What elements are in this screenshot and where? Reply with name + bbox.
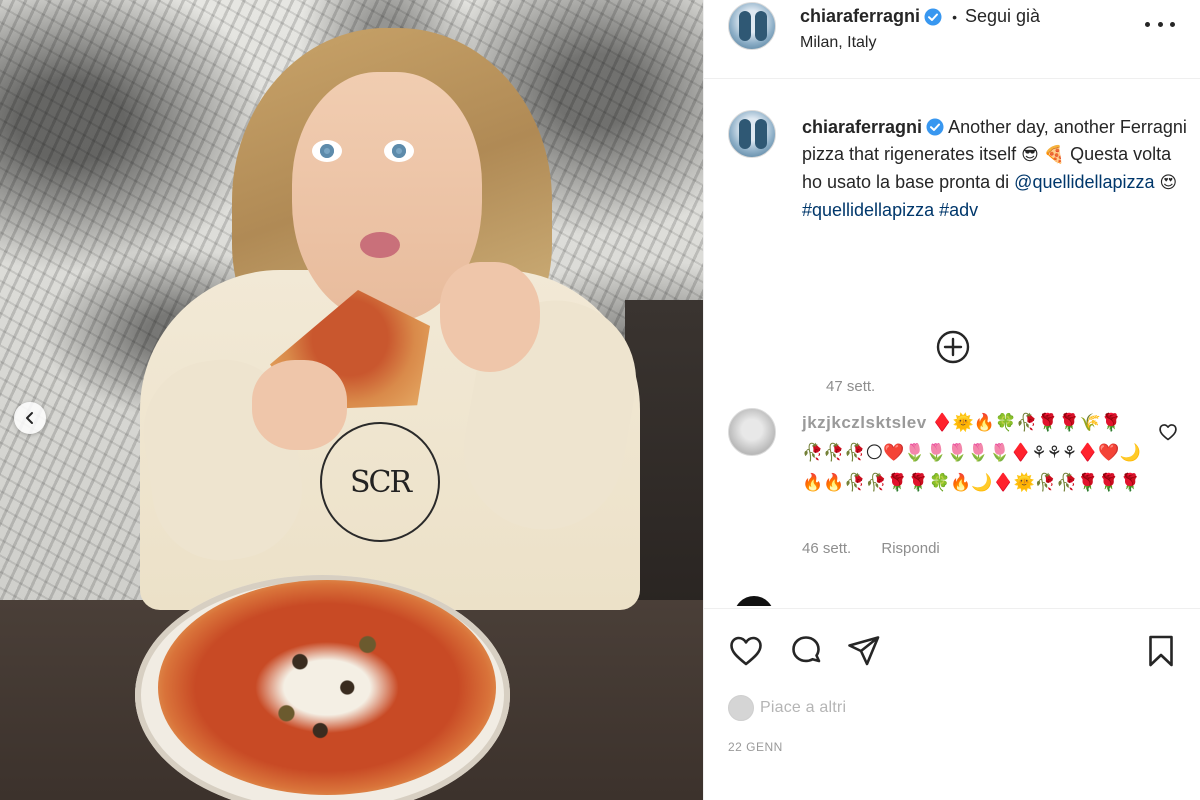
pizza: [158, 580, 496, 795]
comment-meta: 46 sett. Rispondi: [802, 540, 940, 557]
caption-username[interactable]: chiaraferragni: [802, 117, 922, 137]
person-eye-left: [312, 140, 342, 162]
more-options-icon[interactable]: [1145, 12, 1175, 36]
heart-eyes-emoji: 😍: [1159, 173, 1178, 193]
author-username[interactable]: chiaraferragni: [800, 6, 920, 27]
post-photo[interactable]: SCR: [0, 0, 703, 800]
liker-avatar: [728, 695, 754, 721]
comment-like-icon[interactable]: [1158, 422, 1178, 442]
comment-timestamp: 46 sett.: [802, 540, 852, 557]
sweater-logo: SCR: [320, 422, 440, 542]
share-icon[interactable]: [846, 633, 882, 669]
pizza-emoji: 🍕: [1043, 145, 1066, 165]
person-lips: [360, 232, 400, 258]
post-sidebar: chiaraferragni • Segui già Milan, Italy …: [703, 0, 1200, 800]
verified-badge-icon: [926, 118, 944, 136]
post-date: 22 GENN: [728, 740, 783, 754]
reply-button[interactable]: Rispondi: [881, 540, 939, 557]
author-avatar[interactable]: [728, 2, 776, 50]
commenter-avatar[interactable]: [728, 408, 776, 456]
commenter-username[interactable]: jkzjkczlsktslev: [802, 413, 927, 432]
likes-text: Piace a altri: [760, 699, 847, 716]
post-location[interactable]: Milan, Italy: [800, 34, 876, 52]
sunglasses-emoji: 😎: [1021, 145, 1039, 165]
next-comment-peek: [734, 594, 934, 606]
carousel-prev-button[interactable]: [14, 402, 46, 434]
likes-summary[interactable]: Piace a altri: [728, 694, 846, 722]
sweater-logo-text: SCR: [349, 464, 412, 500]
person-hand-left: [252, 360, 347, 450]
hashtag-link-quellidellapizza[interactable]: #quellidellapizza: [802, 200, 934, 220]
header-line: chiaraferragni • Segui già: [800, 6, 1040, 27]
person-hand-right: [440, 262, 540, 372]
caption-avatar[interactable]: [728, 110, 776, 158]
heart-icon[interactable]: [728, 633, 764, 669]
caption-text: chiaraferragni Another day, another Ferra…: [802, 114, 1188, 224]
hashtag-link-adv[interactable]: #adv: [939, 200, 978, 220]
comment-text: jkzjkczlsktslev ♦️🌞🔥🍀🥀🌹🌹🌾🌹🥀🥀🥀🌕❤️🌷🌷🌷🌷🌷♦️⚘…: [802, 408, 1142, 498]
verified-badge-icon: [924, 8, 942, 25]
bookmark-icon[interactable]: [1143, 633, 1179, 669]
action-bar: [704, 608, 1200, 688]
plus-circle-icon[interactable]: [936, 330, 970, 364]
comment-icon[interactable]: [788, 633, 824, 669]
caption-timestamp: 47 sett.: [826, 378, 876, 395]
mention-link[interactable]: @quellidellapizza: [1014, 172, 1154, 192]
following-button[interactable]: Segui già: [965, 6, 1040, 27]
chevron-left-icon: [26, 412, 33, 424]
post-header: chiaraferragni • Segui già Milan, Italy: [704, 0, 1200, 79]
header-separator: •: [952, 8, 957, 25]
person-eye-right: [384, 140, 414, 162]
